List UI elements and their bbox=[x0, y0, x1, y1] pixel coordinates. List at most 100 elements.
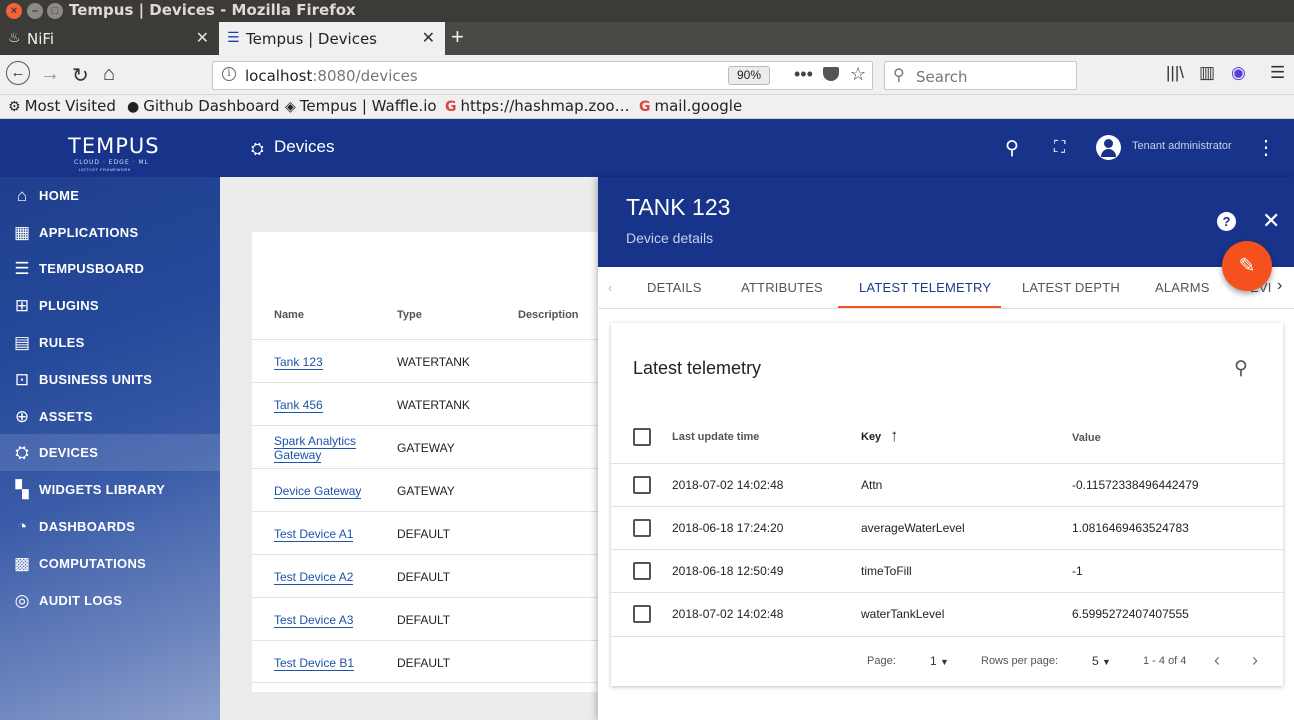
column-header-name[interactable]: Name bbox=[274, 309, 304, 321]
library-icon[interactable]: |||\ bbox=[1166, 63, 1184, 83]
sidebar-item-tempusboard[interactable]: ☰ TEMPUSBOARD bbox=[0, 250, 220, 287]
zoom-level-button[interactable]: 90% bbox=[728, 66, 770, 85]
sidebar-item-home[interactable]: ⌂ HOME bbox=[0, 177, 220, 214]
browser-tab-tempus-devices[interactable]: ☰ Tempus | Devices ✕ bbox=[219, 22, 445, 55]
device-name-link[interactable]: Tank 123 bbox=[274, 355, 323, 370]
table-row[interactable]: 2018-07-02 14:02:48 waterTankLevel 6.599… bbox=[611, 592, 1283, 635]
tempus-logo[interactable]: TEMPUS CLOUD · EDGE · ML IIOT/IOT FRAMEW… bbox=[0, 119, 220, 177]
bookmark-hashmap[interactable]: Ghttps://hashmap.zoo… bbox=[445, 97, 630, 115]
device-name-link[interactable]: Test Device A3 bbox=[274, 613, 354, 628]
url-text[interactable]: localhost:8080/devices bbox=[245, 67, 418, 85]
column-header-time[interactable]: Last update time bbox=[672, 431, 759, 443]
sidebar-item-applications[interactable]: ▦ APPLICATIONS bbox=[0, 214, 220, 251]
row-checkbox[interactable] bbox=[633, 562, 651, 580]
previous-page-button[interactable]: ‹ bbox=[1214, 650, 1220, 671]
table-row[interactable]: Device Gateway GATEWAY bbox=[252, 468, 598, 511]
close-tab-icon[interactable]: ✕ bbox=[422, 28, 435, 47]
device-name-link[interactable]: Spark Analytics Gateway bbox=[274, 434, 357, 463]
pocket-icon[interactable] bbox=[823, 67, 839, 81]
browser-search-box[interactable]: ⚲ Search bbox=[884, 61, 1077, 90]
tabs-scroll-left-icon[interactable]: ‹ bbox=[608, 280, 613, 295]
row-checkbox[interactable] bbox=[633, 519, 651, 537]
row-checkbox[interactable] bbox=[633, 605, 651, 623]
close-icon[interactable]: ✕ bbox=[1262, 208, 1280, 234]
device-name-link[interactable]: Tank 456 bbox=[274, 398, 323, 413]
page-actions-icon[interactable]: ••• bbox=[794, 64, 813, 85]
sidebar-item-business-units[interactable]: ⊡ BUSINESS UNITS bbox=[0, 361, 220, 398]
table-row[interactable]: Test Device A3 DEFAULT bbox=[252, 597, 598, 640]
telemetry-time: 2018-06-18 12:50:49 bbox=[672, 564, 784, 578]
table-row[interactable]: Test Device B1 DEFAULT bbox=[252, 640, 598, 683]
sidebar-item-audit-logs[interactable]: ◎ AUDIT LOGS bbox=[0, 582, 220, 619]
device-type: DEFAULT bbox=[397, 527, 451, 541]
help-icon[interactable]: ? bbox=[1217, 212, 1236, 231]
table-row[interactable]: Spark Analytics Gateway GATEWAY bbox=[252, 425, 598, 468]
user-name[interactable]: Tenant administrator bbox=[1132, 140, 1232, 152]
select-all-checkbox[interactable] bbox=[633, 428, 651, 446]
sort-ascending-icon[interactable]: ↑ bbox=[890, 426, 899, 446]
table-row[interactable]: Test Device A1 DEFAULT bbox=[252, 511, 598, 554]
row-checkbox[interactable] bbox=[633, 476, 651, 494]
tab-latest-depth[interactable]: LATEST DEPTH bbox=[1022, 280, 1120, 295]
back-button[interactable]: ← bbox=[6, 61, 30, 85]
bookmark-tempus-waffle[interactable]: ◈ Tempus | Waffle.io bbox=[285, 97, 437, 115]
device-name-link[interactable]: Test Device A2 bbox=[274, 570, 354, 585]
column-header-key[interactable]: Key bbox=[861, 431, 881, 443]
url-path: :8080/devices bbox=[312, 67, 418, 85]
search-icon[interactable]: ⚲ bbox=[1005, 137, 1019, 160]
sidebar-item-computations[interactable]: ▩ COMPUTATIONS bbox=[0, 545, 220, 582]
bookmark-most-visited[interactable]: ⚙ Most Visited bbox=[8, 97, 116, 115]
sidebar-item-assets[interactable]: ⊕ ASSETS bbox=[0, 398, 220, 435]
rows-per-page-select[interactable]: 5 ▼ bbox=[1092, 654, 1111, 668]
extension-icon[interactable]: ◉ bbox=[1231, 63, 1246, 83]
table-row[interactable]: 2018-06-18 17:24:20 averageWaterLevel 1.… bbox=[611, 506, 1283, 549]
bookmark-mail-google[interactable]: Gmail.google bbox=[639, 97, 742, 115]
tab-details[interactable]: DETAILS bbox=[647, 280, 702, 295]
close-tab-icon[interactable]: ✕ bbox=[196, 28, 209, 47]
column-header-value[interactable]: Value bbox=[1072, 432, 1101, 444]
avatar[interactable] bbox=[1096, 135, 1121, 160]
table-row[interactable]: Tank 123 WATERTANK bbox=[252, 339, 598, 382]
reload-button[interactable]: ↻ bbox=[72, 63, 89, 88]
more-vert-icon[interactable]: ⋮ bbox=[1256, 135, 1276, 160]
device-name-link[interactable]: Device Gateway bbox=[274, 484, 362, 499]
browser-tab-nifi[interactable]: ♨ NiFi ✕ bbox=[0, 22, 219, 55]
column-header-description[interactable]: Description bbox=[518, 309, 579, 321]
table-row[interactable]: Tank 456 WATERTANK bbox=[252, 382, 598, 425]
window-maximize-button[interactable]: □ bbox=[47, 3, 63, 19]
tab-latest-telemetry[interactable]: LATEST TELEMETRY bbox=[859, 280, 991, 295]
bookmark-label: https://hashmap.zoo… bbox=[460, 97, 630, 115]
search-icon[interactable]: ⚲ bbox=[1234, 357, 1248, 380]
sidebar-item-devices[interactable]: ⛭ DEVICES bbox=[0, 434, 220, 471]
table-row[interactable]: 2018-07-02 14:02:48 Attn -0.115723384964… bbox=[611, 463, 1283, 506]
column-header-type[interactable]: Type bbox=[397, 309, 422, 321]
site-info-icon[interactable]: i bbox=[222, 67, 236, 81]
sidebar-item-plugins[interactable]: ⊞ PLUGINS bbox=[0, 287, 220, 324]
bookmark-star-icon[interactable]: ☆ bbox=[850, 64, 866, 85]
bookmark-github-dashboard[interactable]: ● Github Dashboard bbox=[127, 97, 280, 115]
page-select[interactable]: 1 ▼ bbox=[930, 654, 949, 668]
sidebar-item-label: ASSETS bbox=[39, 409, 93, 424]
tab-attributes[interactable]: ATTRIBUTES bbox=[741, 280, 823, 295]
sidebar-item-label: PLUGINS bbox=[39, 298, 99, 313]
table-row[interactable]: Test Device A2 DEFAULT bbox=[252, 554, 598, 597]
window-close-button[interactable]: × bbox=[6, 3, 22, 19]
fullscreen-icon[interactable]: ⛶ bbox=[1054, 139, 1065, 157]
forward-button[interactable]: → bbox=[40, 63, 60, 86]
table-row[interactable]: 2018-06-18 12:50:49 timeToFill -1 bbox=[611, 549, 1283, 592]
sidebar-item-dashboards[interactable]: ◔ DASHBOARDS bbox=[0, 508, 220, 545]
window-minimize-button[interactable]: – bbox=[27, 3, 43, 19]
menu-icon[interactable]: ☰ bbox=[1270, 63, 1285, 83]
device-name-link[interactable]: Test Device B1 bbox=[274, 656, 355, 671]
url-bar[interactable]: i localhost:8080/devices 90% ••• ☆ bbox=[212, 61, 873, 90]
edit-button[interactable]: ✎ bbox=[1222, 241, 1272, 291]
next-page-button[interactable]: › bbox=[1252, 650, 1258, 671]
sidebar-toggle-icon[interactable]: ▥ bbox=[1199, 63, 1215, 83]
new-tab-button[interactable]: + bbox=[451, 24, 464, 50]
device-name-link[interactable]: Test Device A1 bbox=[274, 527, 354, 542]
sidebar-item-widgets-library[interactable]: ▚ WIDGETS LIBRARY bbox=[0, 471, 220, 508]
home-button[interactable]: ⌂ bbox=[103, 63, 115, 86]
tabs-scroll-right-icon[interactable]: › bbox=[1277, 277, 1283, 295]
sidebar-item-rules[interactable]: ▤ RULES bbox=[0, 324, 220, 361]
tab-alarms[interactable]: ALARMS bbox=[1155, 280, 1210, 295]
